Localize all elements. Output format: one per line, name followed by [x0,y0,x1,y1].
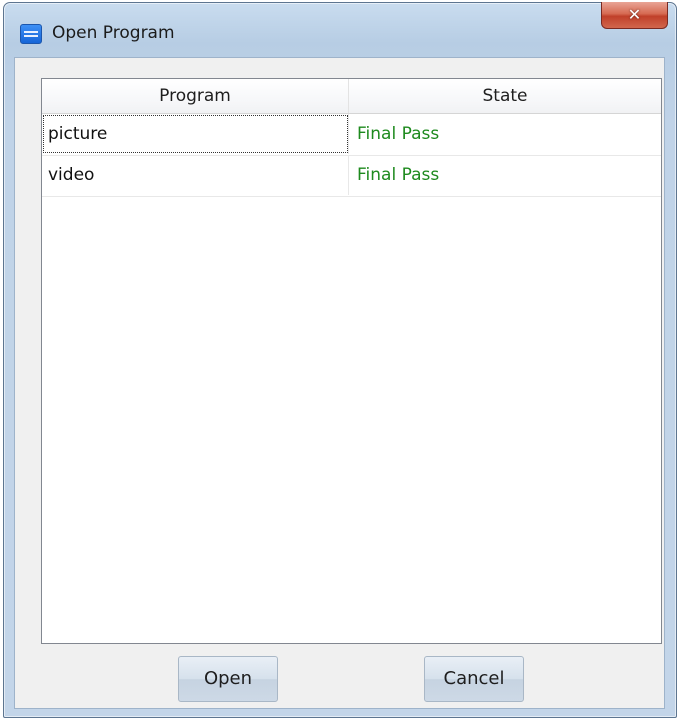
dialog-body: Program State picture Final Pass video F… [14,57,665,709]
app-icon [20,24,42,44]
table-row[interactable]: video Final Pass [42,155,661,197]
table-header: Program State [42,79,661,114]
title-bar[interactable]: Open Program ✕ [4,2,676,55]
column-header-state[interactable]: State [349,79,661,113]
close-button[interactable]: ✕ [601,2,668,29]
close-icon: ✕ [627,5,642,24]
table-row[interactable]: picture Final Pass [42,114,661,156]
cancel-button[interactable]: Cancel [424,656,524,702]
open-program-dialog: Open Program ✕ Program State picture Fin… [3,2,677,718]
program-cell[interactable]: picture [42,114,349,154]
column-header-program[interactable]: Program [42,79,349,113]
program-cell[interactable]: video [42,155,349,195]
window-title: Open Program [52,23,175,43]
state-cell[interactable]: Final Pass [349,114,661,154]
open-button[interactable]: Open [178,656,278,702]
state-cell[interactable]: Final Pass [349,155,661,195]
program-list[interactable]: Program State picture Final Pass video F… [41,78,662,644]
